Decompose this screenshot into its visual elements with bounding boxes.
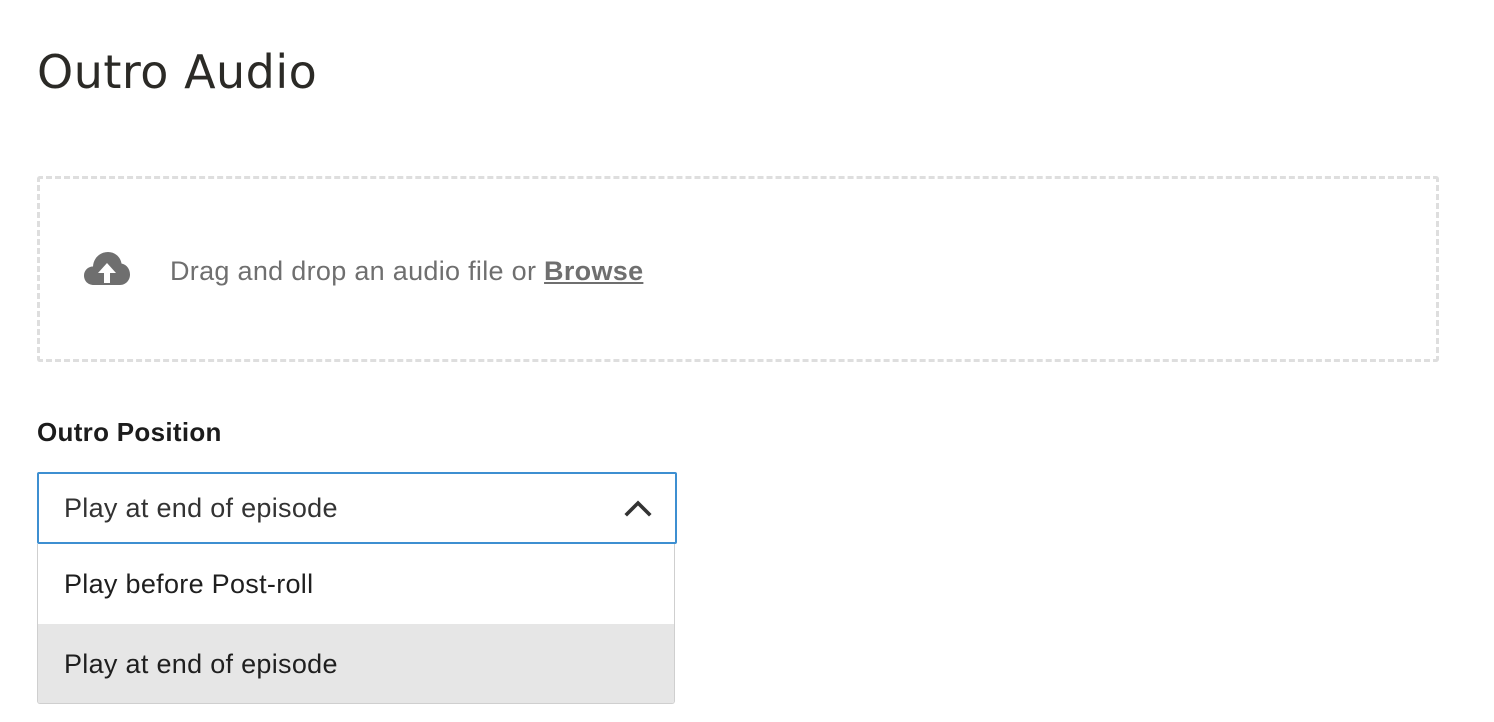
outro-position-label: Outro Position: [37, 417, 222, 447]
outro-position-options: Play before Post-roll Play at end of epi…: [37, 544, 675, 704]
select-current-value: Play at end of episode: [64, 493, 338, 523]
option-play-before-post-roll[interactable]: Play before Post-roll: [38, 544, 674, 624]
cloud-upload-icon: [84, 249, 130, 289]
option-play-at-end-of-episode[interactable]: Play at end of episode: [38, 624, 674, 703]
audio-dropzone[interactable]: Drag and drop an audio file or Browse: [37, 176, 1439, 362]
browse-link[interactable]: Browse: [544, 256, 643, 286]
dropzone-text: Drag and drop an audio file or Browse: [170, 253, 643, 289]
chevron-up-icon[interactable]: [623, 496, 653, 520]
dropzone-prompt: Drag and drop an audio file or: [170, 256, 545, 286]
outro-position-select[interactable]: Play at end of episode: [37, 472, 677, 544]
page-title: Outro Audio: [37, 45, 318, 99]
